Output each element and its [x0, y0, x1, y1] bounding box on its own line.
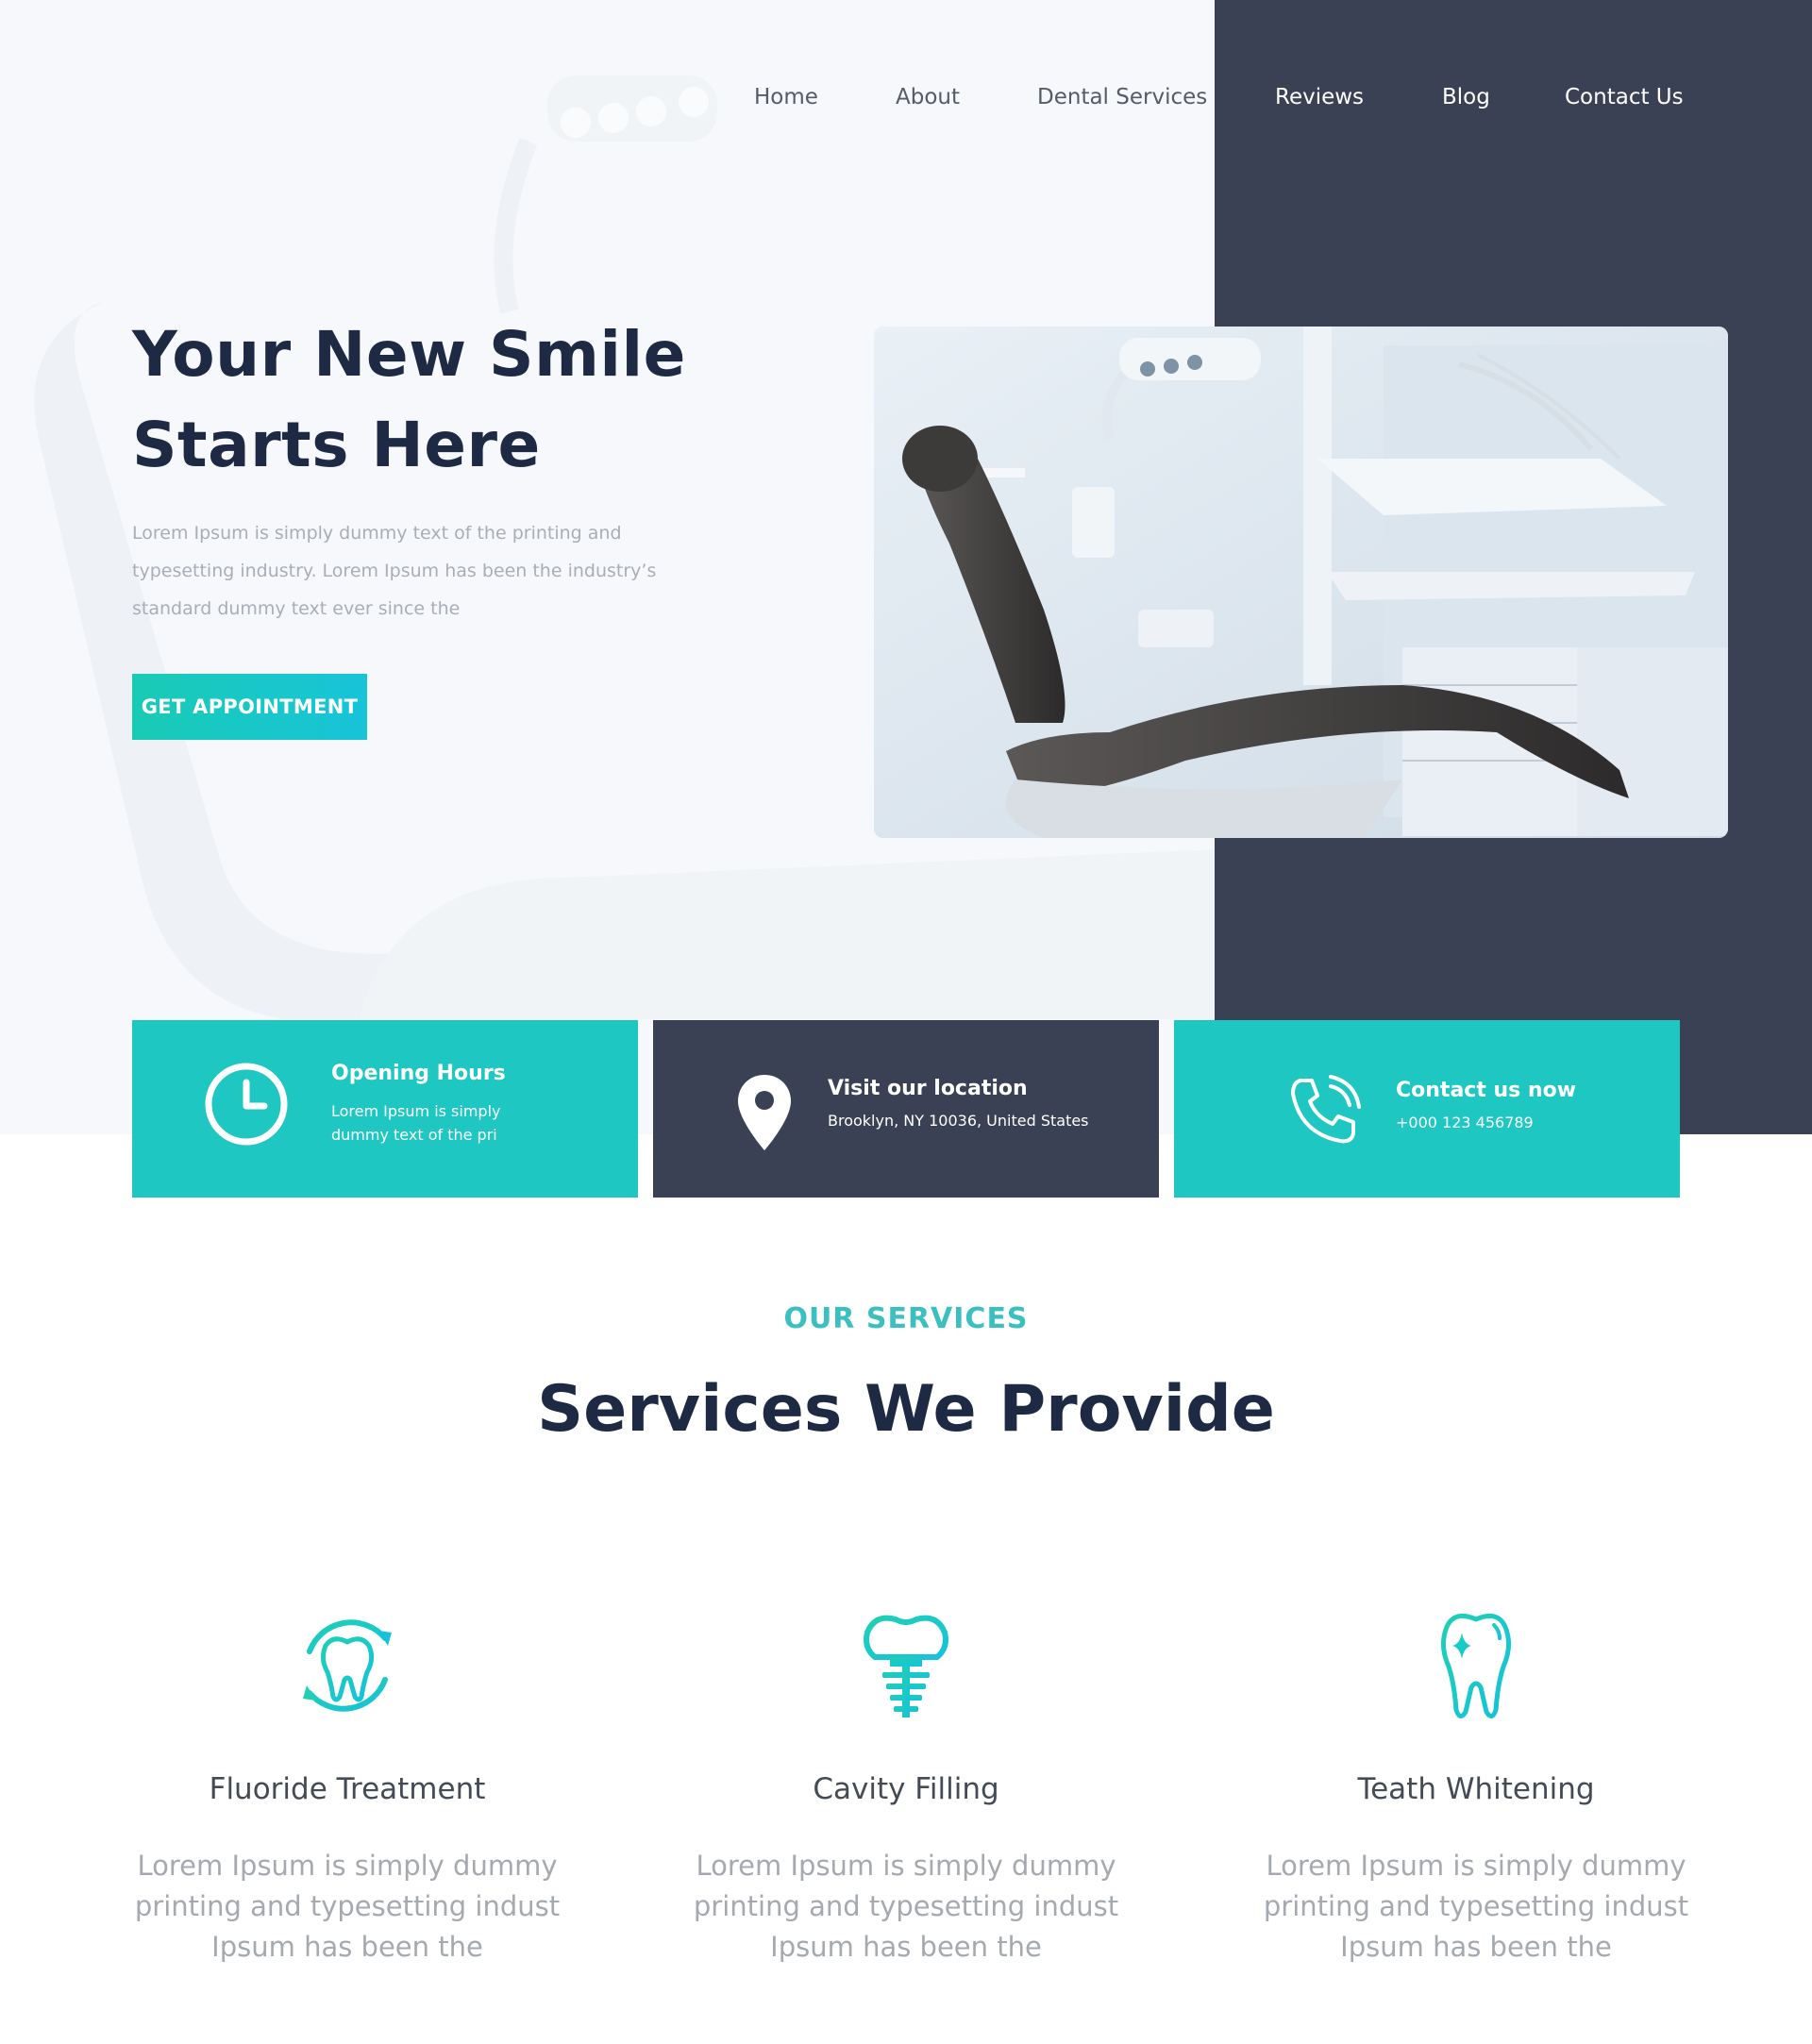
- nav-home[interactable]: Home: [754, 85, 818, 109]
- nav-contact-us[interactable]: Contact Us: [1565, 85, 1684, 109]
- nav-about[interactable]: About: [896, 85, 960, 109]
- get-appointment-button[interactable]: GET APPOINTMENT: [132, 674, 367, 740]
- contact-card[interactable]: Contact us now +000 123 456789: [1174, 1020, 1680, 1198]
- phone-icon: [1291, 1075, 1361, 1144]
- service-description: Lorem Ipsum is simply dummy printing and…: [1263, 1850, 1689, 1963]
- service-card-teeth-whitening: Teath Whitening Lorem Ipsum is simply du…: [1231, 1604, 1721, 1968]
- hero-section: Home About Dental Services Reviews Blog …: [0, 0, 1812, 1134]
- service-card-fluoride: Fluoride Treatment Lorem Ipsum is simply…: [102, 1604, 593, 1968]
- hero-title-line1: Your New Smile: [132, 318, 686, 391]
- hero-title: Your New Smile Starts Here: [132, 310, 812, 491]
- opening-hours-title: Opening Hours: [331, 1062, 506, 1085]
- main-nav: Home About Dental Services Reviews Blog …: [0, 72, 1812, 125]
- location-card: Visit our location Brooklyn, NY 10036, U…: [653, 1020, 1159, 1198]
- service-title: Fluoride Treatment: [209, 1772, 486, 1806]
- services-heading: Services We Provide: [537, 1372, 1275, 1447]
- services-eyebrow: OUR SERVICES: [783, 1302, 1029, 1335]
- clock-icon: [205, 1063, 288, 1146]
- sparkle-tooth-icon: [1441, 1613, 1511, 1718]
- service-title: Teath Whitening: [1357, 1772, 1595, 1806]
- hero-title-line2: Starts Here: [132, 409, 541, 481]
- location-pin-icon: [738, 1075, 791, 1150]
- service-card-cavity-filling: Cavity Filling Lorem Ipsum is simply dum…: [661, 1604, 1151, 1968]
- nav-dental-services[interactable]: Dental Services: [1037, 85, 1207, 109]
- location-text: Brooklyn, NY 10036, United States: [828, 1112, 1089, 1130]
- nav-reviews[interactable]: Reviews: [1275, 85, 1364, 109]
- hero-description: Lorem Ipsum is simply dummy text of the …: [132, 523, 657, 619]
- contact-phone[interactable]: +000 123 456789: [1396, 1111, 1534, 1134]
- nav-blog[interactable]: Blog: [1442, 85, 1490, 109]
- service-description: Lorem Ipsum is simply dummy printing and…: [693, 1850, 1119, 1963]
- contact-title: Contact us now: [1396, 1079, 1577, 1102]
- fluoride-tooth-icon: [303, 1619, 392, 1712]
- opening-hours-text: Lorem Ipsum is simply dummy text of the …: [331, 1102, 501, 1144]
- opening-hours-card: Opening Hours Lorem Ipsum is simply dumm…: [132, 1020, 638, 1198]
- service-title: Cavity Filling: [813, 1772, 999, 1806]
- dental-implant-icon: [864, 1615, 948, 1717]
- dental-chair-photo: [874, 327, 1728, 838]
- service-description: Lorem Ipsum is simply dummy printing and…: [134, 1850, 561, 1963]
- location-title: Visit our location: [828, 1077, 1028, 1100]
